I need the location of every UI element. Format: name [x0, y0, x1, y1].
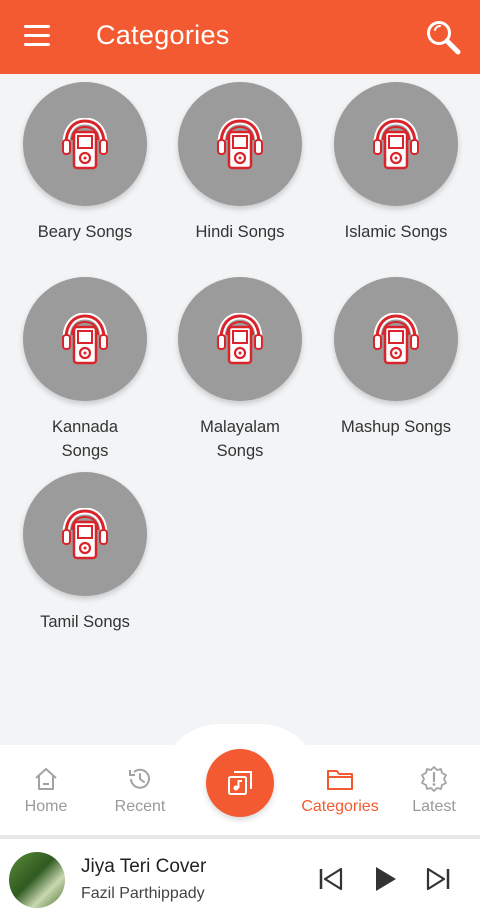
skip-next-icon[interactable] — [423, 864, 453, 894]
album-art — [9, 852, 65, 908]
category-circle — [23, 277, 147, 401]
music-player-headphones-icon — [215, 118, 265, 170]
nav-home[interactable]: Home — [1, 764, 91, 816]
song-title: Jiya Teri Cover — [81, 856, 207, 877]
nav-latest[interactable]: Latest — [389, 764, 479, 816]
category-item-tamil[interactable]: Tamil Songs — [7, 472, 163, 634]
music-player-headphones-icon — [371, 118, 421, 170]
category-label: Mashup Songs — [340, 418, 452, 436]
category-label: Hindi Songs — [195, 223, 285, 241]
category-item-beary[interactable]: Beary Songs — [7, 82, 163, 244]
music-player-headphones-icon — [60, 118, 110, 170]
home-icon — [35, 768, 57, 790]
nav-latest-label: Latest — [412, 798, 456, 815]
music-library-button[interactable] — [206, 749, 274, 817]
category-item-mashup[interactable]: Mashup Songs — [318, 277, 474, 439]
category-circle — [23, 472, 147, 596]
category-label: Kannada Songs — [51, 418, 119, 460]
skip-previous-icon[interactable] — [316, 864, 346, 894]
category-item-malayalam[interactable]: Malayalam Songs — [162, 277, 318, 463]
page-title: Categories — [96, 20, 230, 50]
category-label: Islamic Songs — [344, 223, 448, 241]
nav-home-label: Home — [24, 798, 68, 815]
category-circle — [334, 82, 458, 206]
folder-icon — [327, 770, 353, 790]
category-label: Malayalam Songs — [200, 418, 280, 460]
category-item-islamic[interactable]: Islamic Songs — [318, 82, 474, 244]
music-player-headphones-icon — [60, 313, 110, 365]
category-circle — [178, 82, 302, 206]
nav-categories-label: Categories — [301, 798, 379, 815]
music-player-headphones-icon — [60, 508, 110, 560]
category-item-hindi[interactable]: Hindi Songs — [162, 82, 318, 244]
hamburger-menu-icon[interactable] — [24, 25, 50, 47]
nav-recent[interactable]: Recent — [95, 764, 185, 816]
search-icon[interactable] — [424, 18, 462, 56]
nav-recent-label: Recent — [114, 798, 166, 815]
latest-badge-icon — [421, 766, 447, 792]
category-label: Tamil Songs — [40, 613, 130, 631]
category-label: Beary Songs — [37, 223, 133, 241]
category-circle — [178, 277, 302, 401]
category-circle — [23, 82, 147, 206]
nav-categories[interactable]: Categories — [295, 764, 385, 816]
app-bar: Categories — [0, 0, 480, 74]
play-icon[interactable] — [370, 864, 400, 894]
category-item-kannada[interactable]: Kannada Songs — [7, 277, 163, 463]
history-icon — [129, 768, 150, 789]
category-circle — [334, 277, 458, 401]
now-playing-bar[interactable]: Jiya Teri Cover Fazil Parthippady — [0, 839, 480, 923]
music-player-headphones-icon — [371, 313, 421, 365]
music-player-headphones-icon — [215, 313, 265, 365]
song-artist: Fazil Parthippady — [81, 885, 205, 902]
music-library-icon — [228, 771, 252, 795]
